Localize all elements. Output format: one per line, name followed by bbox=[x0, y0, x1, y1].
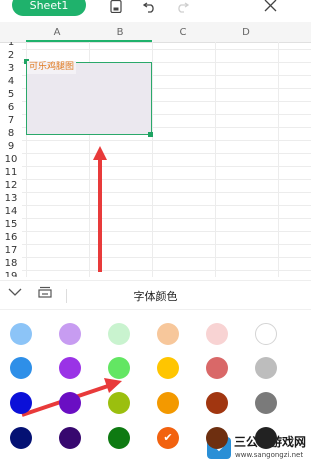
color-swatch[interactable] bbox=[59, 427, 81, 449]
color-swatch[interactable] bbox=[10, 323, 32, 345]
color-swatch[interactable] bbox=[108, 427, 130, 449]
color-swatch[interactable]: ✔ bbox=[157, 427, 179, 449]
color-swatch[interactable] bbox=[206, 357, 228, 379]
color-swatch[interactable] bbox=[157, 357, 179, 379]
color-swatch[interactable] bbox=[59, 357, 81, 379]
selected-check-icon: ✔ bbox=[163, 431, 173, 444]
arrow-up-annotation bbox=[93, 146, 107, 272]
color-swatch[interactable] bbox=[10, 392, 32, 414]
panel-title: 字体颜色 bbox=[133, 290, 178, 303]
color-swatch[interactable] bbox=[255, 323, 277, 345]
color-swatch[interactable] bbox=[108, 323, 130, 345]
color-swatch[interactable] bbox=[206, 323, 228, 345]
color-swatch[interactable] bbox=[59, 323, 81, 345]
color-swatch[interactable] bbox=[255, 427, 277, 449]
color-swatch[interactable] bbox=[108, 357, 130, 379]
color-swatch[interactable] bbox=[255, 357, 277, 379]
color-swatch[interactable] bbox=[108, 392, 130, 414]
watermark-url: www.sangongzi.net bbox=[235, 451, 304, 459]
color-swatch[interactable] bbox=[59, 392, 81, 414]
color-swatch[interactable] bbox=[206, 427, 228, 449]
font-color-panel-header: 字体颜色 bbox=[0, 280, 311, 310]
color-swatch[interactable] bbox=[10, 357, 32, 379]
color-swatch[interactable] bbox=[10, 427, 32, 449]
color-swatch[interactable] bbox=[157, 323, 179, 345]
color-swatch[interactable] bbox=[206, 392, 228, 414]
color-swatch[interactable] bbox=[255, 392, 277, 414]
color-swatch[interactable] bbox=[157, 392, 179, 414]
